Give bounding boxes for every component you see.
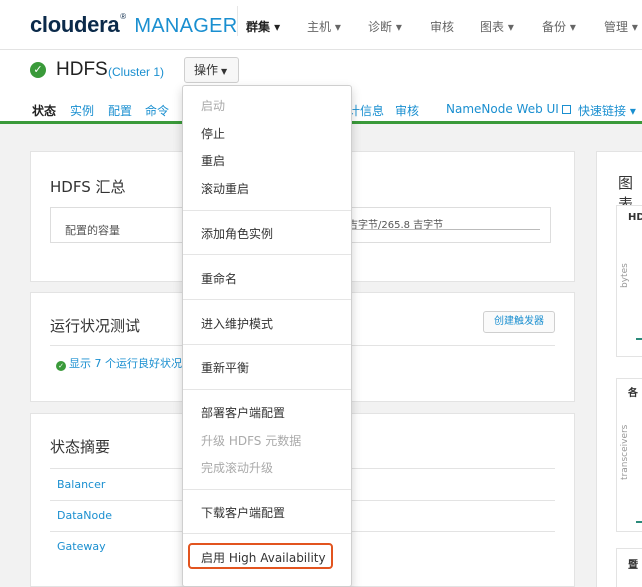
chart1-title: HD xyxy=(628,212,642,223)
brand-reg-mark: ® xyxy=(120,12,127,21)
nav-clusters[interactable]: 群集 ▾ xyxy=(246,18,280,35)
nav-audits[interactable]: 审核 xyxy=(430,18,454,35)
menu-separator xyxy=(183,389,351,390)
menu-separator xyxy=(183,344,351,345)
tab-namenode-web-ui[interactable]: NameNode Web UI xyxy=(446,102,571,116)
capacity-bar xyxy=(348,229,540,230)
nav-diagnostics[interactable]: 诊断 ▾ xyxy=(368,18,402,35)
menu-item-restart[interactable]: 重启 xyxy=(201,152,225,169)
menu-item-enable-high-availability[interactable]: 启用 High Availability xyxy=(201,549,326,566)
tab-quick-links[interactable]: 快速链接 ▾ xyxy=(578,102,636,119)
chart1-series-mark xyxy=(636,338,642,340)
caret-down-icon: ▼ xyxy=(221,67,228,76)
chart3-title: 暨 xyxy=(628,560,638,571)
hdfs-summary-title: HDFS 汇总 xyxy=(50,178,126,196)
cluster-link[interactable]: (Cluster 1) xyxy=(108,65,164,79)
menu-item-upgrade-hdfs-metadata[interactable]: 升级 HDFS 元数据 xyxy=(201,432,301,449)
actions-dropdown-button[interactable]: 操作 ▼ xyxy=(184,57,239,83)
nav-administration[interactable]: 管理 ▾ xyxy=(604,18,638,35)
menu-item-download-client-config[interactable]: 下载客户端配置 xyxy=(201,504,285,521)
tab-audits[interactable]: 审核 xyxy=(395,102,419,119)
menu-item-stop[interactable]: 停止 xyxy=(201,125,225,142)
nav-charts[interactable]: 图表 ▾ xyxy=(480,18,514,35)
brand-suffix: MANAGER xyxy=(134,15,238,37)
tab-instances[interactable]: 实例 xyxy=(70,102,94,119)
external-link-icon xyxy=(561,105,571,114)
chart2-axis-label: transceivers xyxy=(620,424,630,480)
menu-item-add-role-instances[interactable]: 添加角色实例 xyxy=(201,225,273,242)
cloudera-manager-logo[interactable]: cloudera® MANAGER xyxy=(30,12,238,38)
nav-backup[interactable]: 备份 ▾ xyxy=(542,18,576,35)
brand-name: cloudera xyxy=(30,12,120,37)
check-circle-icon: ✓ xyxy=(30,62,46,78)
menu-separator xyxy=(183,210,351,211)
summary-item-balancer[interactable]: Balancer xyxy=(57,478,105,491)
menu-item-rolling-restart[interactable]: 滚动重启 xyxy=(201,180,249,197)
menu-item-rebalance[interactable]: 重新平衡 xyxy=(201,359,249,376)
menu-separator xyxy=(183,533,351,534)
configured-capacity-label: 配置的容量 xyxy=(65,224,120,237)
service-name: HDFS xyxy=(56,59,108,80)
tab-configuration[interactable]: 配置 xyxy=(108,102,132,119)
tab-statistics[interactable]: 计信息 xyxy=(348,102,384,119)
actions-menu: 启动 停止 重启 滚动重启 添加角色实例 重命名 进入维护模式 重新平衡 部署客… xyxy=(182,85,352,587)
create-trigger-button[interactable]: 创建触发器 xyxy=(483,311,555,333)
namenode-web-ui-label: NameNode Web UI xyxy=(446,102,559,116)
menu-separator xyxy=(183,299,351,300)
chart1-axis-label: bytes xyxy=(620,263,630,288)
menu-separator xyxy=(183,254,351,255)
summary-item-gateway[interactable]: Gateway xyxy=(57,540,106,553)
actions-label: 操作 xyxy=(194,63,219,77)
tab-status[interactable]: 状态 xyxy=(32,102,56,119)
menu-item-rename[interactable]: 重命名 xyxy=(201,270,237,287)
check-circle-icon: ✓ xyxy=(56,361,66,371)
menu-separator xyxy=(183,489,351,490)
status-summary-title: 状态摘要 xyxy=(50,438,111,456)
summary-item-datanode[interactable]: DataNode xyxy=(57,509,112,522)
chart2-title: 各 xyxy=(628,388,638,399)
nav-separator xyxy=(237,6,238,36)
top-navbar: cloudera® MANAGER 群集 ▾ 主机 ▾ 诊断 ▾ 审核 图表 ▾… xyxy=(0,0,642,50)
menu-item-finalize-rolling-upgrade[interactable]: 完成滚动升级 xyxy=(201,459,273,476)
health-tests-link[interactable]: ✓ 显示 7 个运行良好状况 xyxy=(56,355,182,371)
menu-item-deploy-client-config[interactable]: 部署客户端配置 xyxy=(201,404,285,421)
menu-item-start[interactable]: 启动 xyxy=(201,97,225,114)
chart2-series-mark xyxy=(636,521,642,523)
tab-commands[interactable]: 命令 xyxy=(145,102,169,119)
nav-hosts[interactable]: 主机 ▾ xyxy=(307,18,341,35)
health-tests-title: 运行状况测试 xyxy=(50,317,141,335)
health-tests-text: 显示 7 个运行良好状况 xyxy=(69,357,182,370)
menu-item-enter-maintenance[interactable]: 进入维护模式 xyxy=(201,315,273,332)
